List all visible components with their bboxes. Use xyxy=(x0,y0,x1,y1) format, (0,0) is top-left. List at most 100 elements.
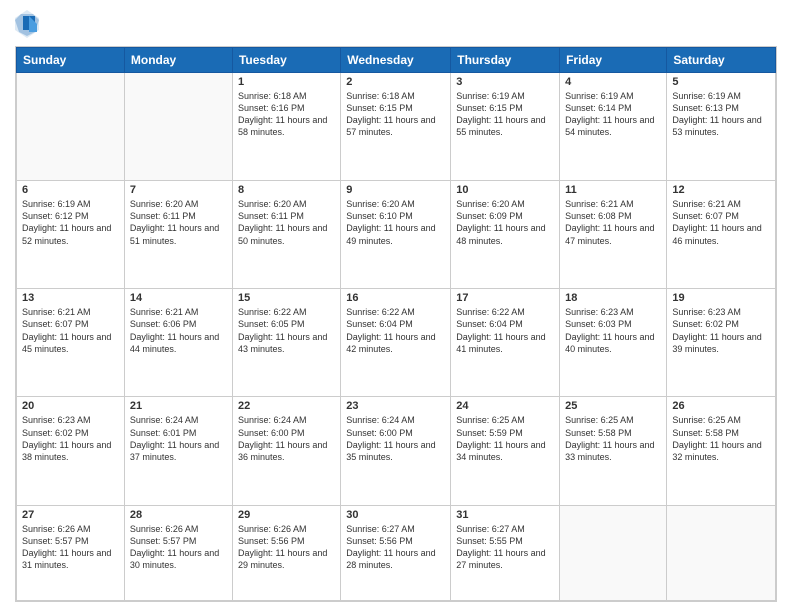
cell-date: 19 xyxy=(672,292,770,304)
cell-date: 11 xyxy=(565,184,661,196)
cal-cell-3-1: 21Sunrise: 6:24 AMSunset: 6:01 PMDayligh… xyxy=(124,397,232,505)
cell-date: 8 xyxy=(238,184,335,196)
cell-date: 31 xyxy=(456,509,554,521)
cal-cell-0-0 xyxy=(17,73,125,181)
cell-date: 24 xyxy=(456,400,554,412)
cell-info: Sunrise: 6:27 AMSunset: 5:55 PMDaylight:… xyxy=(456,523,554,572)
cal-cell-4-0: 27 Sunrise: 6:26 AMSunset: 5:57 PMDayligh… xyxy=(17,505,125,600)
cell-date: 30 xyxy=(346,509,445,521)
cell-date: 28 xyxy=(130,509,227,521)
cell-info: Sunrise: 6:25 AMSunset: 5:59 PMDaylight:… xyxy=(456,414,554,463)
day-header-monday: Monday xyxy=(124,48,232,73)
cal-cell-1-6: 12Sunrise: 6:21 AMSunset: 6:07 PMDayligh… xyxy=(667,181,776,289)
cell-date: 29 xyxy=(238,509,335,521)
cal-cell-3-2: 22 Sunrise: 6:24 AMSunset: 6:00 PMDayligh… xyxy=(232,397,340,505)
cell-info: Sunrise: 6:24 AMSunset: 6:00 PMDaylight:… xyxy=(346,414,445,463)
cal-cell-1-4: 10 Sunrise: 6:20 AMSunset: 6:09 PMDayligh… xyxy=(451,181,560,289)
cal-cell-4-5 xyxy=(560,505,667,600)
cal-cell-4-6 xyxy=(667,505,776,600)
cell-date: 18 xyxy=(565,292,661,304)
cell-info: Sunrise: 6:19 AMSunset: 6:14 PMDaylight:… xyxy=(565,90,661,139)
cell-info: Sunrise: 6:20 AMSunset: 6:11 PMDaylight:… xyxy=(238,198,335,247)
cell-date: 7 xyxy=(130,184,227,196)
week-row-3: 20 Sunrise: 6:23 AMSunset: 6:02 PMDayligh… xyxy=(17,397,776,505)
cell-info: Sunrise: 6:23 AMSunset: 6:02 PMDaylight:… xyxy=(22,414,119,463)
cell-date: 13 xyxy=(22,292,119,304)
cell-info: Sunrise: 6:20 AMSunset: 6:09 PMDaylight:… xyxy=(456,198,554,247)
cell-info: Sunrise: 6:19 AMSunset: 6:13 PMDaylight:… xyxy=(672,90,770,139)
page: SundayMondayTuesdayWednesdayThursdayFrid… xyxy=(0,0,792,612)
cell-info: Sunrise: 6:20 AMSunset: 6:10 PMDaylight:… xyxy=(346,198,445,247)
cell-date: 15 xyxy=(238,292,335,304)
cell-info: Sunrise: 6:22 AMSunset: 6:04 PMDaylight:… xyxy=(346,306,445,355)
cell-date: 5 xyxy=(672,76,770,88)
cell-info: Sunrise: 6:26 AMSunset: 5:56 PMDaylight:… xyxy=(238,523,335,572)
cal-cell-2-6: 19 Sunrise: 6:23 AMSunset: 6:02 PMDayligh… xyxy=(667,289,776,397)
cell-info: Sunrise: 6:18 AMSunset: 6:15 PMDaylight:… xyxy=(346,90,445,139)
cell-info: Sunrise: 6:26 AMSunset: 5:57 PMDaylight:… xyxy=(130,523,227,572)
cal-cell-0-3: 2 Sunrise: 6:18 AMSunset: 6:15 PMDaylight… xyxy=(341,73,451,181)
day-header-tuesday: Tuesday xyxy=(232,48,340,73)
cal-cell-2-5: 18 Sunrise: 6:23 AMSunset: 6:03 PMDayligh… xyxy=(560,289,667,397)
cell-info: Sunrise: 6:20 AMSunset: 6:11 PMDaylight:… xyxy=(130,198,227,247)
cell-info: Sunrise: 6:21 AMSunset: 6:06 PMDaylight:… xyxy=(130,306,227,355)
cell-info: Sunrise: 6:22 AMSunset: 6:05 PMDaylight:… xyxy=(238,306,335,355)
cell-date: 27 xyxy=(22,509,119,521)
calendar: SundayMondayTuesdayWednesdayThursdayFrid… xyxy=(15,46,777,602)
cell-info: Sunrise: 6:26 AMSunset: 5:57 PMDaylight:… xyxy=(22,523,119,572)
cell-date: 12 xyxy=(672,184,770,196)
cal-cell-0-2: 1Sunrise: 6:18 AMSunset: 6:16 PMDaylight… xyxy=(232,73,340,181)
cal-cell-2-4: 17Sunrise: 6:22 AMSunset: 6:04 PMDayligh… xyxy=(451,289,560,397)
cell-date: 2 xyxy=(346,76,445,88)
cell-date: 25 xyxy=(565,400,661,412)
cal-cell-4-4: 31 Sunrise: 6:27 AMSunset: 5:55 PMDayligh… xyxy=(451,505,560,600)
day-header-friday: Friday xyxy=(560,48,667,73)
logo xyxy=(15,10,43,38)
cal-cell-0-5: 4 Sunrise: 6:19 AMSunset: 6:14 PMDaylight… xyxy=(560,73,667,181)
cal-cell-1-2: 8 Sunrise: 6:20 AMSunset: 6:11 PMDaylight… xyxy=(232,181,340,289)
cal-cell-1-0: 6 Sunrise: 6:19 AMSunset: 6:12 PMDaylight… xyxy=(17,181,125,289)
cell-date: 20 xyxy=(22,400,119,412)
cell-date: 9 xyxy=(346,184,445,196)
cal-cell-1-5: 11 Sunrise: 6:21 AMSunset: 6:08 PMDayligh… xyxy=(560,181,667,289)
cell-info: Sunrise: 6:23 AMSunset: 6:02 PMDaylight:… xyxy=(672,306,770,355)
cell-date: 1 xyxy=(238,76,335,88)
cal-cell-2-2: 15 Sunrise: 6:22 AMSunset: 6:05 PMDayligh… xyxy=(232,289,340,397)
cell-info: Sunrise: 6:24 AMSunset: 6:01 PMDaylight:… xyxy=(130,414,227,463)
cell-info: Sunrise: 6:24 AMSunset: 6:00 PMDaylight:… xyxy=(238,414,335,463)
day-header-sunday: Sunday xyxy=(17,48,125,73)
cal-cell-1-1: 7 Sunrise: 6:20 AMSunset: 6:11 PMDaylight… xyxy=(124,181,232,289)
calendar-body: 1Sunrise: 6:18 AMSunset: 6:16 PMDaylight… xyxy=(17,73,776,601)
cal-cell-3-0: 20 Sunrise: 6:23 AMSunset: 6:02 PMDayligh… xyxy=(17,397,125,505)
cell-info: Sunrise: 6:19 AMSunset: 6:12 PMDaylight:… xyxy=(22,198,119,247)
week-row-0: 1Sunrise: 6:18 AMSunset: 6:16 PMDaylight… xyxy=(17,73,776,181)
cell-date: 10 xyxy=(456,184,554,196)
cell-info: Sunrise: 6:21 AMSunset: 6:07 PMDaylight:… xyxy=(22,306,119,355)
cal-cell-3-4: 24 Sunrise: 6:25 AMSunset: 5:59 PMDayligh… xyxy=(451,397,560,505)
cal-cell-0-1 xyxy=(124,73,232,181)
cell-info: Sunrise: 6:23 AMSunset: 6:03 PMDaylight:… xyxy=(565,306,661,355)
day-header-wednesday: Wednesday xyxy=(341,48,451,73)
cell-date: 16 xyxy=(346,292,445,304)
cell-date: 17 xyxy=(456,292,554,304)
cal-cell-4-2: 29 Sunrise: 6:26 AMSunset: 5:56 PMDayligh… xyxy=(232,505,340,600)
cell-date: 22 xyxy=(238,400,335,412)
week-row-4: 27 Sunrise: 6:26 AMSunset: 5:57 PMDayligh… xyxy=(17,505,776,600)
calendar-table: SundayMondayTuesdayWednesdayThursdayFrid… xyxy=(16,47,776,601)
day-header-thursday: Thursday xyxy=(451,48,560,73)
cell-info: Sunrise: 6:21 AMSunset: 6:08 PMDaylight:… xyxy=(565,198,661,247)
cal-cell-0-4: 3Sunrise: 6:19 AMSunset: 6:15 PMDaylight… xyxy=(451,73,560,181)
cal-cell-2-1: 14Sunrise: 6:21 AMSunset: 6:06 PMDayligh… xyxy=(124,289,232,397)
header-row: SundayMondayTuesdayWednesdayThursdayFrid… xyxy=(17,48,776,73)
cell-date: 6 xyxy=(22,184,119,196)
cell-date: 4 xyxy=(565,76,661,88)
logo-icon xyxy=(15,10,39,38)
cal-cell-2-0: 13 Sunrise: 6:21 AMSunset: 6:07 PMDayligh… xyxy=(17,289,125,397)
cell-info: Sunrise: 6:19 AMSunset: 6:15 PMDaylight:… xyxy=(456,90,554,139)
cell-info: Sunrise: 6:25 AMSunset: 5:58 PMDaylight:… xyxy=(565,414,661,463)
cal-cell-4-1: 28 Sunrise: 6:26 AMSunset: 5:57 PMDayligh… xyxy=(124,505,232,600)
week-row-1: 6 Sunrise: 6:19 AMSunset: 6:12 PMDaylight… xyxy=(17,181,776,289)
cal-cell-3-6: 26Sunrise: 6:25 AMSunset: 5:58 PMDayligh… xyxy=(667,397,776,505)
cell-date: 26 xyxy=(672,400,770,412)
cal-cell-0-6: 5 Sunrise: 6:19 AMSunset: 6:13 PMDaylight… xyxy=(667,73,776,181)
